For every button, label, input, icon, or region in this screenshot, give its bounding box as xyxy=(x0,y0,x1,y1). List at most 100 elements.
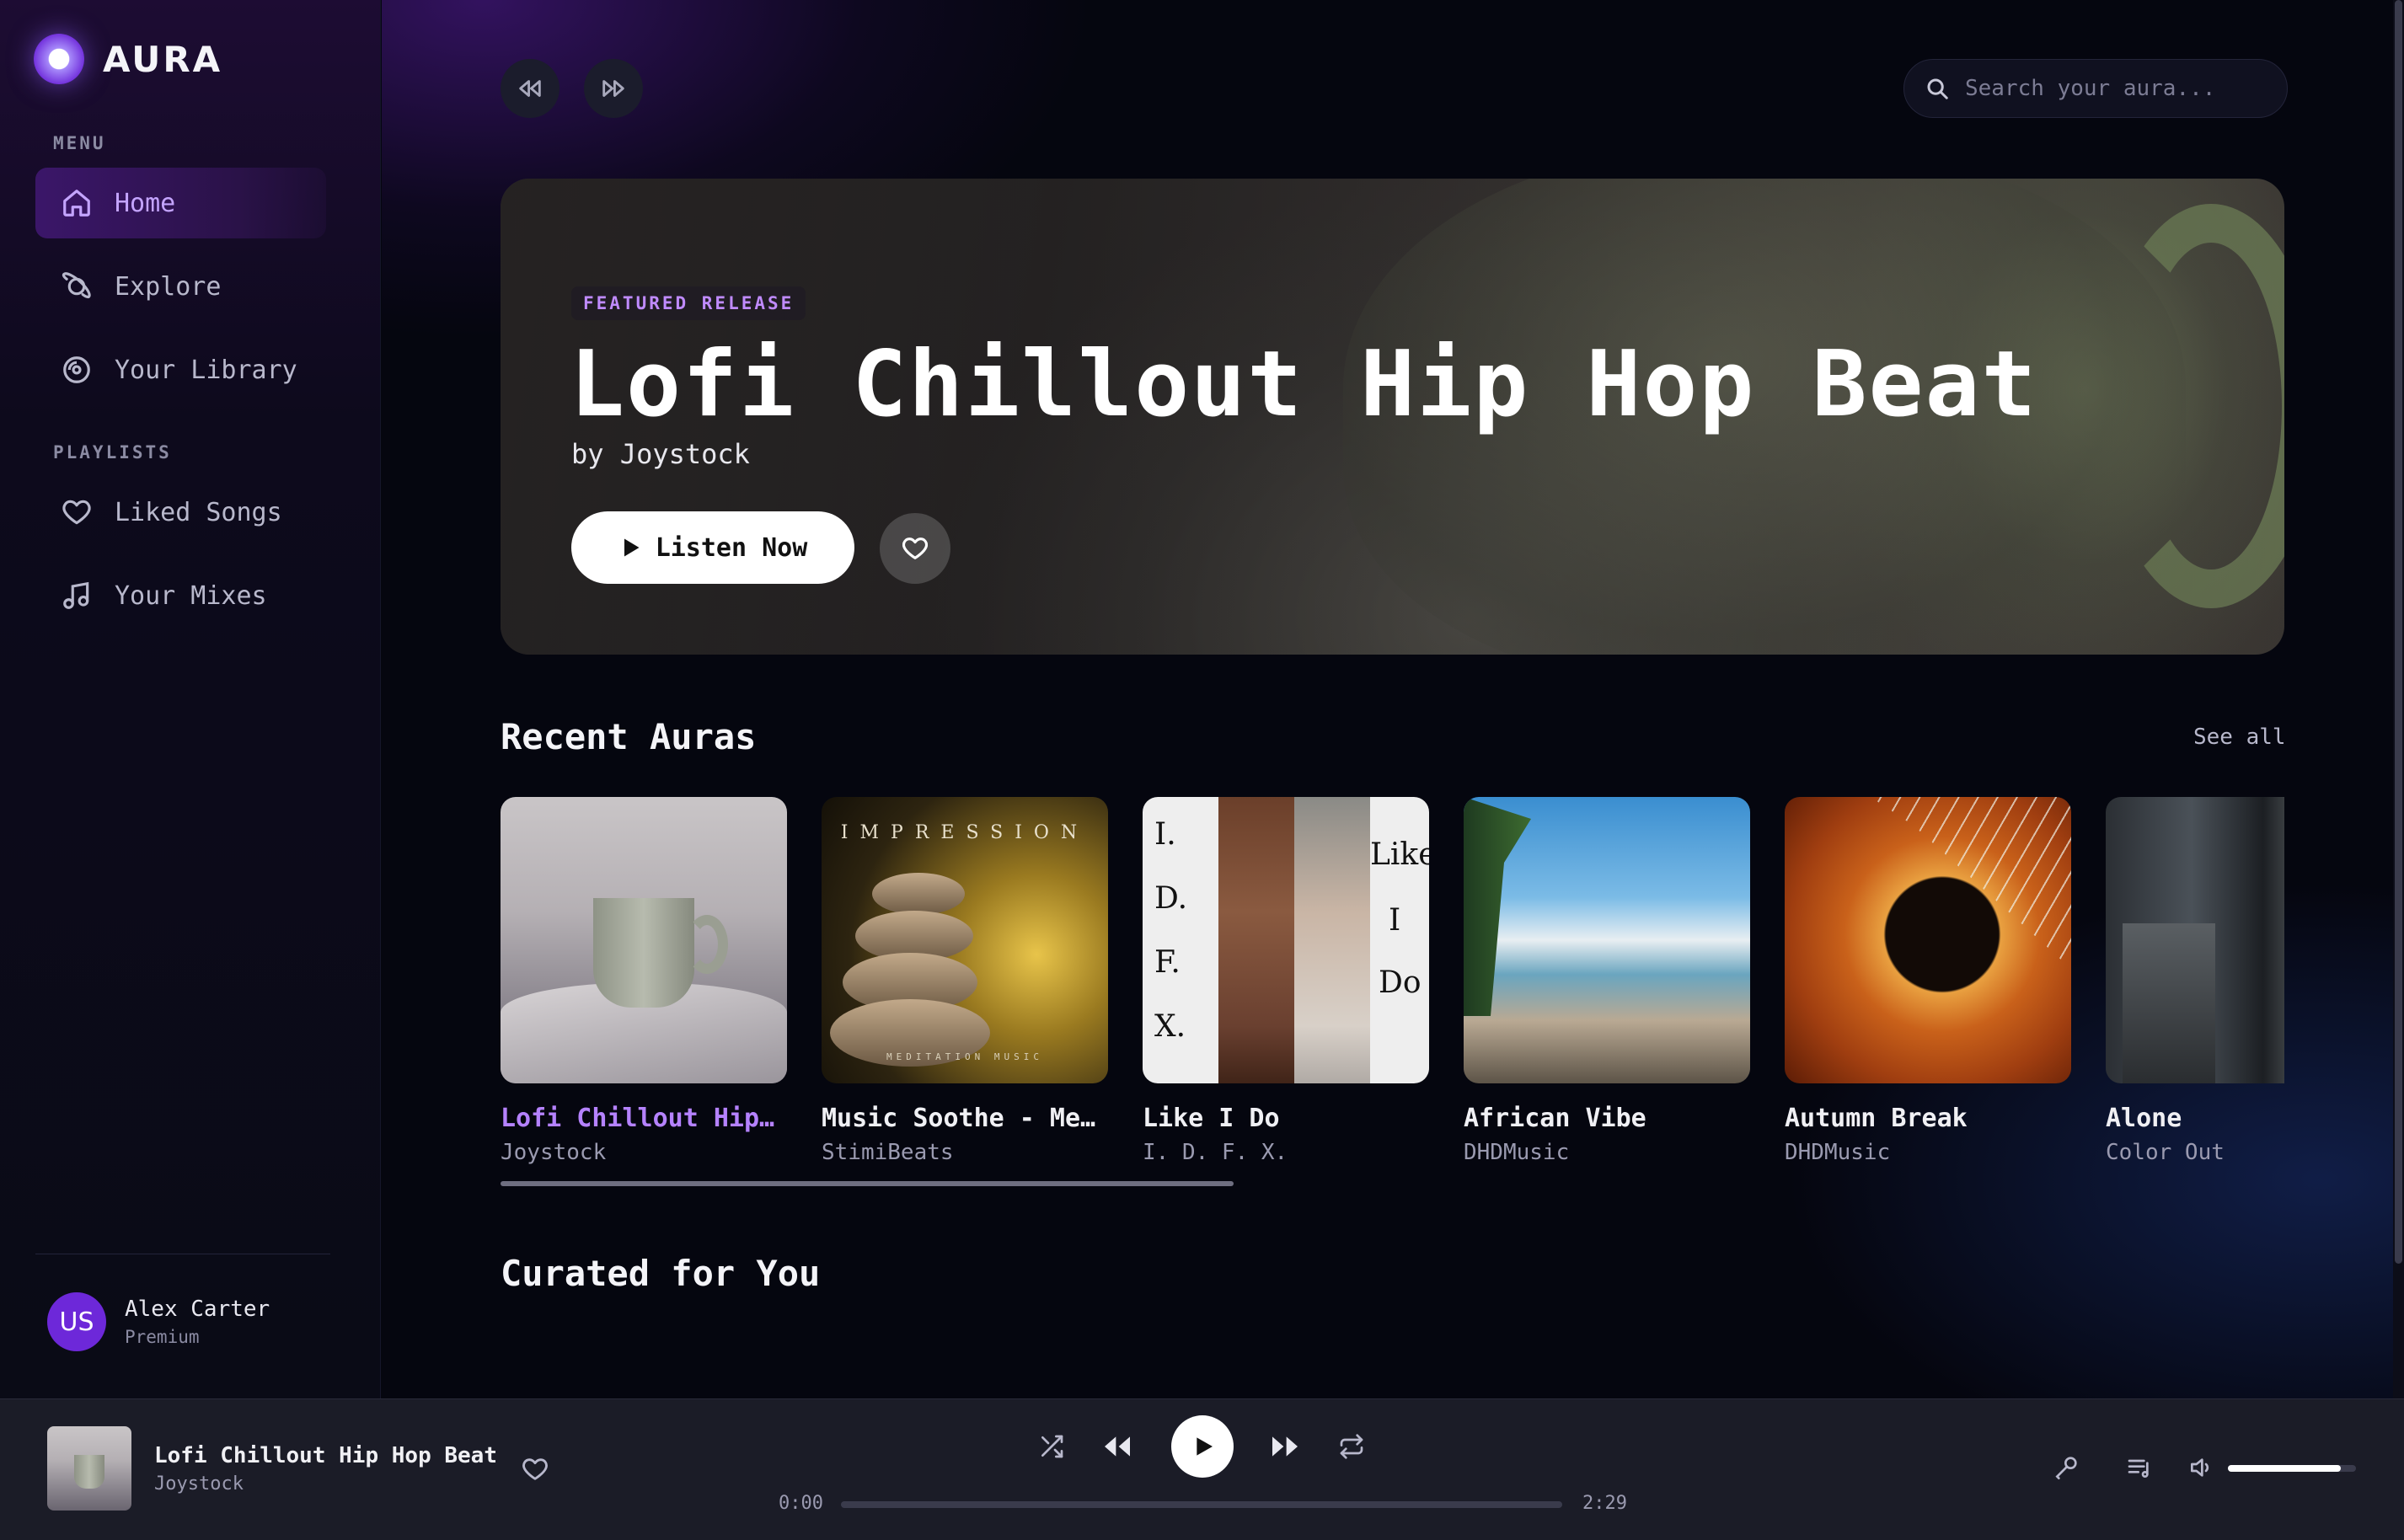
cover-guitar-strings xyxy=(1871,797,2071,969)
user-name: Alex Carter xyxy=(125,1297,270,1322)
album-artist: StimiBeats xyxy=(822,1140,954,1165)
hero-like-button[interactable] xyxy=(880,513,950,584)
album-cover xyxy=(1464,797,1750,1083)
cover-seat xyxy=(2123,923,2215,1083)
user-profile[interactable]: US Alex Carter Premium xyxy=(47,1292,270,1351)
featured-badge: FEATURED RELEASE xyxy=(571,286,806,320)
carousel-scrollbar[interactable] xyxy=(501,1181,2284,1186)
album-artist: Color Out xyxy=(2106,1140,2225,1165)
sidebar-item-library[interactable]: Your Library xyxy=(35,334,326,405)
album-artist: DHDMusic xyxy=(1464,1140,1570,1165)
play-icon xyxy=(1197,1437,1213,1456)
album-title: Like I Do xyxy=(1143,1104,1280,1133)
album-card[interactable]: I. D. F. X. Like I Do Like I Do I. D. F.… xyxy=(1143,797,1429,1165)
now-playing-title[interactable]: Lofi Chillout Hip Hop Beat xyxy=(154,1443,497,1468)
play-button[interactable] xyxy=(1171,1415,1234,1478)
progress-bar[interactable] xyxy=(841,1501,1562,1508)
page-scrollbar-thumb[interactable] xyxy=(2395,0,2402,1264)
cover-subtext: MEDITATION MUSIC xyxy=(886,1051,1043,1062)
search-icon xyxy=(1927,78,1948,99)
disc-icon xyxy=(63,356,90,383)
listen-now-label: Listen Now xyxy=(655,532,808,563)
recent-section-title: Recent Auras xyxy=(501,716,757,757)
curated-section-title: Curated for You xyxy=(501,1253,821,1294)
volume-slider[interactable] xyxy=(2228,1465,2356,1472)
sidebar-item-home[interactable]: Home xyxy=(35,168,326,238)
shuffle-icon xyxy=(1041,1435,1063,1458)
fast-forward-icon xyxy=(602,80,624,97)
previous-button[interactable] xyxy=(1100,1430,1135,1463)
sidebar-item-explore[interactable]: Explore xyxy=(35,251,326,322)
cover-text: I. xyxy=(1154,817,1176,852)
cover-text: I xyxy=(1389,903,1401,938)
volume-button[interactable] xyxy=(2187,1454,2214,1481)
carousel-scrollbar-thumb[interactable] xyxy=(501,1181,1234,1186)
sidebar-item-your-mixes[interactable]: Your Mixes xyxy=(35,560,326,631)
album-cover: I. D. F. X. Like I Do xyxy=(1143,797,1429,1083)
logo[interactable]: AURA xyxy=(34,34,222,84)
album-artist: I. D. F. X. xyxy=(1143,1140,1288,1165)
cover-face-left xyxy=(1218,797,1294,1083)
cover-cup-shape xyxy=(593,898,694,1008)
rewind-icon xyxy=(1105,1436,1130,1457)
app-name: AURA xyxy=(103,38,223,80)
repeat-icon xyxy=(1340,1434,1363,1459)
home-icon xyxy=(63,190,90,217)
user-plan: Premium xyxy=(125,1327,200,1347)
avatar: US xyxy=(47,1292,106,1351)
cover-text: X. xyxy=(1154,1009,1186,1044)
lyrics-button[interactable] xyxy=(2053,1454,2080,1481)
album-card[interactable]: Lofi Chillout Hip … Joystock xyxy=(501,797,787,1165)
album-cover xyxy=(501,797,787,1083)
heart-icon xyxy=(62,500,91,525)
album-card[interactable]: Autumn Break DHDMusic xyxy=(1785,797,2071,1165)
like-button[interactable] xyxy=(521,1455,549,1484)
queue-icon xyxy=(2128,1459,2149,1478)
sidebar-item-label: Liked Songs xyxy=(115,497,282,527)
cover-text: Do xyxy=(1379,965,1422,1000)
album-card[interactable]: IMPRESSION MEDITATION MUSIC Music Soothe… xyxy=(822,797,1108,1165)
logo-orb-icon xyxy=(34,34,84,84)
search-bar[interactable] xyxy=(1903,59,2288,118)
sidebar-item-label: Home xyxy=(115,188,176,218)
album-cover: IMPRESSION MEDITATION MUSIC xyxy=(822,797,1108,1083)
sidebar-item-liked-songs[interactable]: Liked Songs xyxy=(35,477,326,548)
recent-carousel[interactable]: Lofi Chillout Hip … Joystock IMPRESSION … xyxy=(501,797,2284,1176)
page-scrollbar[interactable] xyxy=(2393,0,2404,1398)
cover-stone xyxy=(872,873,965,915)
queue-button[interactable] xyxy=(2126,1454,2153,1481)
search-input[interactable] xyxy=(1965,76,2251,101)
album-artist: DHDMusic xyxy=(1785,1140,1891,1165)
album-title: African Vibe xyxy=(1464,1104,1646,1133)
now-playing-artist[interactable]: Joystock xyxy=(154,1473,244,1495)
album-cover xyxy=(1785,797,2071,1083)
sidebar: AURA MENU Home Explore Your Library PLAY… xyxy=(0,0,381,1398)
album-cover xyxy=(2106,797,2284,1083)
cover-text: D. xyxy=(1154,881,1188,916)
shuffle-button[interactable] xyxy=(1038,1433,1065,1460)
user-info: Alex Carter Premium xyxy=(125,1297,270,1347)
album-title: Lofi Chillout Hip … xyxy=(501,1104,787,1133)
cover-text: F. xyxy=(1154,945,1181,980)
volume-icon xyxy=(2191,1458,2209,1477)
repeat-button[interactable] xyxy=(1338,1433,1365,1460)
heart-icon xyxy=(902,537,929,559)
sidebar-item-label: Your Library xyxy=(115,355,297,385)
planet-icon xyxy=(62,272,91,299)
microphone-icon xyxy=(2055,1457,2077,1479)
back-button[interactable] xyxy=(501,59,560,118)
album-card[interactable]: African Vibe DHDMusic xyxy=(1464,797,1750,1165)
listen-now-button[interactable]: Listen Now xyxy=(571,511,854,584)
main-content: FEATURED RELEASE Lofi Chillout Hip Hop B… xyxy=(382,0,2404,1398)
menu-section-label: MENU xyxy=(53,133,106,153)
cover-cup-handle xyxy=(686,915,728,974)
album-card[interactable]: Alone Color Out xyxy=(2106,797,2284,1165)
music-note-icon xyxy=(63,581,89,609)
cover-text: Like xyxy=(1370,837,1429,872)
featured-hero: FEATURED RELEASE Lofi Chillout Hip Hop B… xyxy=(501,179,2284,655)
cover-face-right xyxy=(1294,797,1370,1083)
now-playing-cover[interactable] xyxy=(47,1426,131,1511)
see-all-link[interactable]: See all xyxy=(2193,725,2286,750)
next-button[interactable] xyxy=(1267,1430,1303,1463)
forward-button[interactable] xyxy=(584,59,643,118)
